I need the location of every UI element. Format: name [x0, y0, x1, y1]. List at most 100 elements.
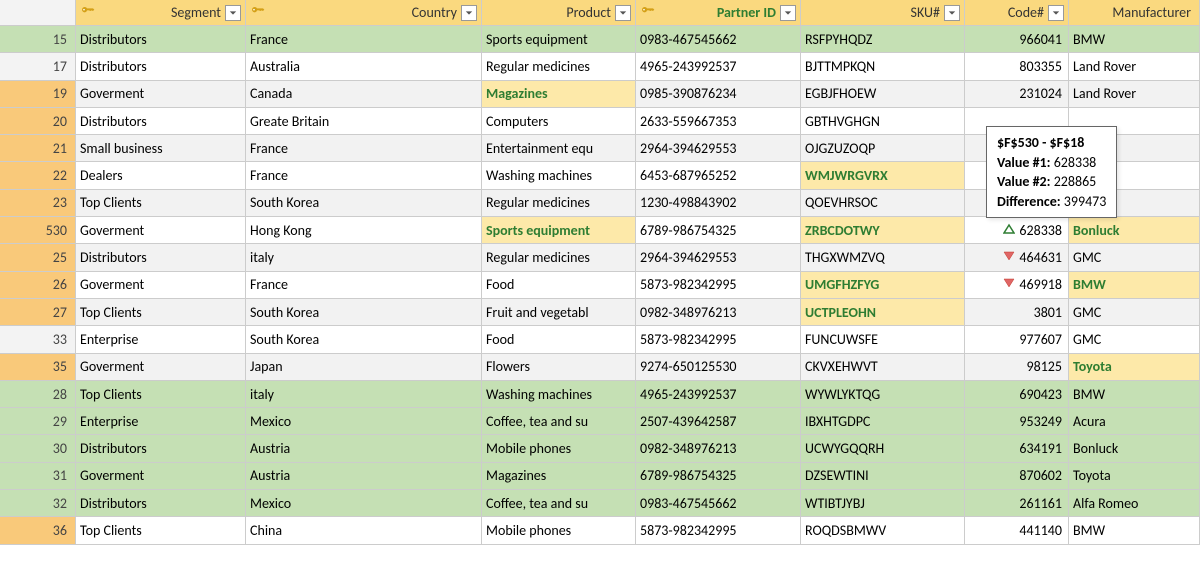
- col-header-product[interactable]: Product: [482, 0, 636, 26]
- cell-product[interactable]: Fruit and vegetabl: [482, 299, 636, 326]
- col-header-code-[interactable]: Code#: [965, 0, 1069, 26]
- cell-country[interactable]: South Korea: [246, 326, 482, 353]
- cell-code-[interactable]: 469918: [965, 272, 1069, 299]
- cell-code-[interactable]: 634191: [965, 435, 1069, 462]
- cell-segment[interactable]: Top Clients: [76, 381, 246, 408]
- cell-manufacturer[interactable]: BMW: [1069, 381, 1200, 408]
- cell-segment[interactable]: Distributors: [76, 435, 246, 462]
- cell-product[interactable]: Food: [482, 326, 636, 353]
- col-header-segment[interactable]: Segment: [76, 0, 246, 26]
- cell-partner-id[interactable]: 6789-986754325: [636, 217, 801, 244]
- cell-manufacturer[interactable]: Toyota: [1069, 463, 1200, 490]
- filter-dropdown-icon[interactable]: [225, 5, 241, 21]
- cell-segment[interactable]: Top Clients: [76, 299, 246, 326]
- cell-country[interactable]: South Korea: [246, 299, 482, 326]
- filter-dropdown-icon[interactable]: [461, 5, 477, 21]
- cell-partner-id[interactable]: 5873-982342995: [636, 517, 801, 544]
- cell-sku-[interactable]: GBTHVGHGN: [801, 108, 965, 135]
- cell-partner-id[interactable]: 0983-467545662: [636, 490, 801, 517]
- cell-code-[interactable]: 690423: [965, 381, 1069, 408]
- cell-code-[interactable]: 261161: [965, 490, 1069, 517]
- cell-product[interactable]: Magazines: [482, 81, 636, 108]
- cell-country[interactable]: China: [246, 517, 482, 544]
- filter-dropdown-icon[interactable]: [615, 5, 631, 21]
- row-number[interactable]: 30: [0, 435, 76, 462]
- cell-partner-id[interactable]: 9274-650125530: [636, 354, 801, 381]
- cell-manufacturer[interactable]: BMW: [1069, 517, 1200, 544]
- cell-country[interactable]: Canada: [246, 81, 482, 108]
- cell-partner-id[interactable]: 4965-243992537: [636, 381, 801, 408]
- cell-partner-id[interactable]: 5873-982342995: [636, 272, 801, 299]
- cell-partner-id[interactable]: 2964-394629553: [636, 244, 801, 271]
- row-number[interactable]: 28: [0, 381, 76, 408]
- cell-product[interactable]: Flowers: [482, 354, 636, 381]
- row-number[interactable]: 31: [0, 463, 76, 490]
- cell-country[interactable]: Australia: [246, 53, 482, 80]
- col-header-country[interactable]: Country: [246, 0, 482, 26]
- filter-dropdown-icon[interactable]: [944, 5, 960, 21]
- cell-product[interactable]: Entertainment equ: [482, 135, 636, 162]
- cell-manufacturer[interactable]: GMC: [1069, 244, 1200, 271]
- cell-product[interactable]: Coffee, tea and su: [482, 408, 636, 435]
- row-number[interactable]: 33: [0, 326, 76, 353]
- cell-country[interactable]: Mexico: [246, 490, 482, 517]
- cell-sku-[interactable]: RSFPYHQDZ: [801, 26, 965, 53]
- cell-product[interactable]: Regular medicines: [482, 53, 636, 80]
- cell-partner-id[interactable]: 0982-348976213: [636, 299, 801, 326]
- cell-partner-id[interactable]: 2633-559667353: [636, 108, 801, 135]
- cell-sku-[interactable]: DZSEWTINI: [801, 463, 965, 490]
- cell-product[interactable]: Magazines: [482, 463, 636, 490]
- cell-country[interactable]: Hong Kong: [246, 217, 482, 244]
- filter-dropdown-icon[interactable]: [1048, 5, 1064, 21]
- cell-sku-[interactable]: ZRBCDOTWY: [801, 217, 965, 244]
- row-number[interactable]: 29: [0, 408, 76, 435]
- cell-sku-[interactable]: IBXHTGDPC: [801, 408, 965, 435]
- cell-partner-id[interactable]: 2507-439642587: [636, 408, 801, 435]
- cell-sku-[interactable]: QOEVHRSOC: [801, 190, 965, 217]
- cell-partner-id[interactable]: 2964-394629553: [636, 135, 801, 162]
- cell-manufacturer[interactable]: GMC: [1069, 299, 1200, 326]
- col-header-partner-id[interactable]: Partner ID: [636, 0, 801, 26]
- cell-country[interactable]: France: [246, 26, 482, 53]
- cell-sku-[interactable]: CKVXEHWVT: [801, 354, 965, 381]
- cell-manufacturer[interactable]: Toyota: [1069, 354, 1200, 381]
- cell-country[interactable]: Japan: [246, 354, 482, 381]
- cell-country[interactable]: South Korea: [246, 190, 482, 217]
- cell-partner-id[interactable]: 0983-467545662: [636, 26, 801, 53]
- cell-partner-id[interactable]: 0982-348976213: [636, 435, 801, 462]
- cell-sku-[interactable]: WTIBTJYBJ: [801, 490, 965, 517]
- cell-sku-[interactable]: EGBJFHOEW: [801, 81, 965, 108]
- col-header-manufacturer[interactable]: Manufacturer: [1069, 0, 1200, 26]
- cell-sku-[interactable]: WYWLYKTQG: [801, 381, 965, 408]
- cell-manufacturer[interactable]: Acura: [1069, 408, 1200, 435]
- cell-segment[interactable]: Distributors: [76, 53, 246, 80]
- cell-manufacturer[interactable]: Alfa Romeo: [1069, 490, 1200, 517]
- cell-code-[interactable]: 803355: [965, 53, 1069, 80]
- cell-manufacturer[interactable]: Land Rover: [1069, 53, 1200, 80]
- row-number[interactable]: 23: [0, 190, 76, 217]
- cell-manufacturer[interactable]: GMC: [1069, 326, 1200, 353]
- row-number[interactable]: 20: [0, 108, 76, 135]
- cell-code-[interactable]: 870602: [965, 463, 1069, 490]
- cell-partner-id[interactable]: 6789-986754325: [636, 463, 801, 490]
- cell-segment[interactable]: Goverment: [76, 217, 246, 244]
- cell-segment[interactable]: Top Clients: [76, 190, 246, 217]
- cell-sku-[interactable]: UCWYGQQRH: [801, 435, 965, 462]
- cell-segment[interactable]: Goverment: [76, 354, 246, 381]
- cell-partner-id[interactable]: 6453-687965252: [636, 162, 801, 189]
- cell-sku-[interactable]: THGXWMZVQ: [801, 244, 965, 271]
- cell-product[interactable]: Mobile phones: [482, 435, 636, 462]
- cell-sku-[interactable]: BJTTMPKQN: [801, 53, 965, 80]
- cell-country[interactable]: Mexico: [246, 408, 482, 435]
- cell-manufacturer[interactable]: Land Rover: [1069, 81, 1200, 108]
- cell-country[interactable]: France: [246, 272, 482, 299]
- row-number[interactable]: 22: [0, 162, 76, 189]
- cell-segment[interactable]: Distributors: [76, 490, 246, 517]
- cell-code-[interactable]: 98125: [965, 354, 1069, 381]
- cell-segment[interactable]: Enterprise: [76, 326, 246, 353]
- cell-product[interactable]: Sports equipment: [482, 26, 636, 53]
- cell-sku-[interactable]: WMJWRGVRX: [801, 162, 965, 189]
- cell-segment[interactable]: Distributors: [76, 244, 246, 271]
- cell-country[interactable]: Greate Britain: [246, 108, 482, 135]
- cell-segment[interactable]: Enterprise: [76, 408, 246, 435]
